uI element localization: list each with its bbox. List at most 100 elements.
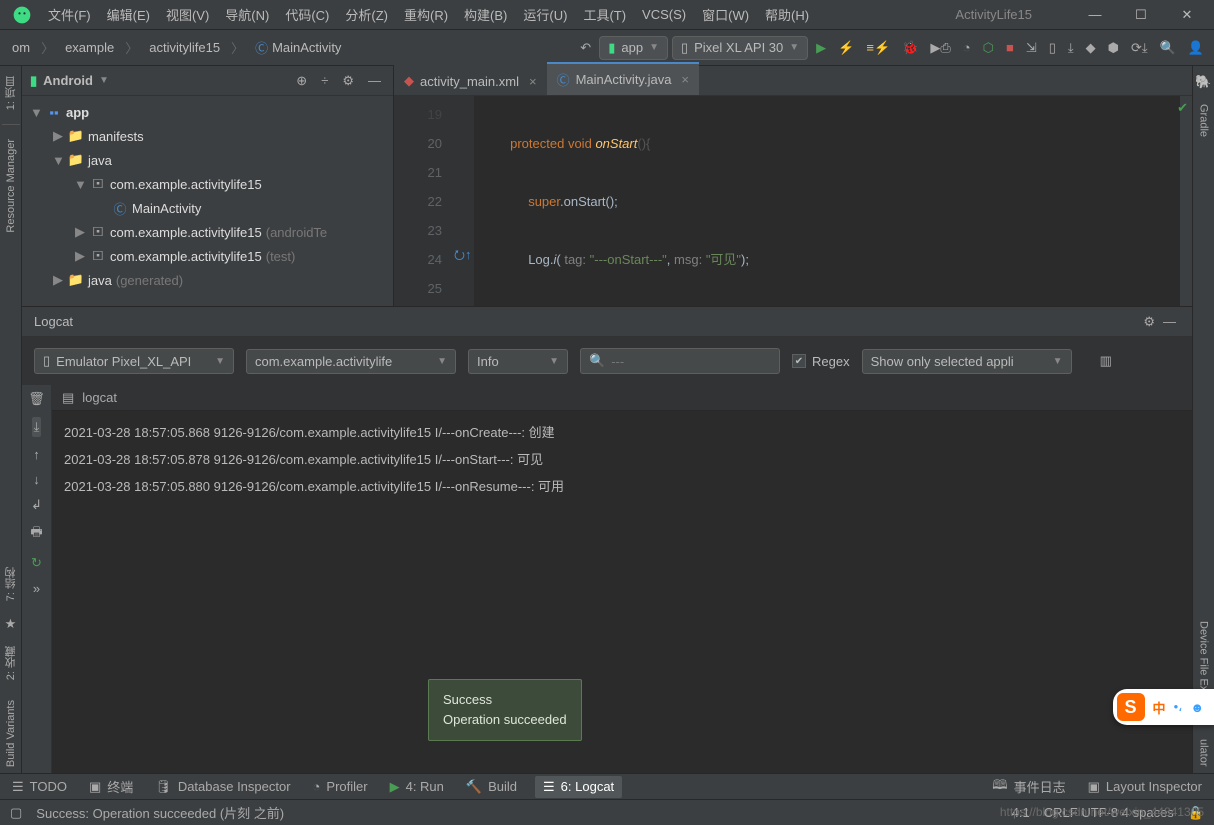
logcat-layout-button[interactable]: ▥ <box>1096 349 1116 373</box>
breadcrumb-item[interactable]: activitylife15 <box>143 38 226 57</box>
structure-tool-button[interactable]: 7: 结构 <box>3 561 19 607</box>
back-button[interactable]: ↶ <box>576 36 595 60</box>
menu-edit[interactable]: 编辑(E) <box>99 5 158 24</box>
menu-run[interactable]: 运行(U) <box>515 5 575 24</box>
print-icon[interactable]: 🖶 <box>30 523 42 545</box>
tree-node-generated[interactable]: ▶📁java (generated) <box>22 268 393 292</box>
run-config-combo[interactable]: ▮ app▼ <box>599 36 668 60</box>
ime-overlay[interactable]: S 中 •، ☻ <box>1113 689 1214 725</box>
menu-help[interactable]: 帮助(H) <box>757 5 817 24</box>
tree-node-package-test[interactable]: ▶🞔com.example.activitylife15 (test) <box>22 244 393 268</box>
success-tooltip: Success Operation succeeded <box>428 679 582 741</box>
device-combo[interactable]: ▯ Pixel XL API 30▼ <box>672 36 808 60</box>
layout-inspector-button[interactable]: ▣Layout Inspector <box>1084 779 1206 795</box>
up-icon[interactable]: ↑ <box>33 447 40 462</box>
menu-vcs[interactable]: VCS(S) <box>634 7 694 22</box>
tree-node-java[interactable]: ▼📁java <box>22 148 393 172</box>
close-icon[interactable]: × <box>529 74 537 89</box>
logcat-device-combo[interactable]: ▯Emulator Pixel_XL_API▼ <box>34 348 234 374</box>
resource-manager-tool-button[interactable]: Resource Manager <box>5 133 17 239</box>
logcat-panel: Logcat ⚙ — ▯Emulator Pixel_XL_API▼ com.e… <box>22 306 1192 773</box>
apply-changes-button[interactable]: ⚡ <box>834 36 858 60</box>
menu-build[interactable]: 构建(B) <box>456 5 515 24</box>
logcat-settings-button[interactable]: ⚙ <box>1139 310 1159 334</box>
tree-node-main-activity[interactable]: ⒸMainActivity <box>22 196 393 220</box>
apply-code-button[interactable]: ≡⚡ <box>862 36 894 60</box>
menu-refactor[interactable]: 重构(R) <box>396 5 456 24</box>
build-tool-button[interactable]: 🔨Build <box>462 779 521 795</box>
attach-debugger-button[interactable]: ⬡ <box>979 36 998 60</box>
profiler-tool-button[interactable]: ◔Profiler <box>309 779 372 794</box>
stop-button[interactable]: ■ <box>1002 36 1018 59</box>
breadcrumb-item[interactable]: Ⓒ MainActivity <box>249 36 347 59</box>
logcat-output[interactable]: 2021-03-28 18:57:05.868 9126-9126/com.ex… <box>52 411 1192 773</box>
todo-tool-button[interactable]: ☰TODO <box>8 779 71 795</box>
profile-button[interactable]: ◔ <box>959 36 975 59</box>
logcat-tab[interactable]: logcat <box>82 390 117 405</box>
hide-panel-button[interactable]: — <box>364 69 385 92</box>
sdk-button[interactable]: ⤓ <box>1064 36 1078 60</box>
gradle-tool-button[interactable]: Gradle <box>1198 98 1210 143</box>
panel-settings-button[interactable]: ⚙ <box>338 69 358 93</box>
menu-file[interactable]: 文件(F) <box>40 5 99 24</box>
gradle-sync-button[interactable]: ⟳⤓ <box>1127 36 1152 60</box>
status-indicator-icon[interactable]: ▢ <box>10 805 22 821</box>
avd-button[interactable]: ▯ <box>1045 36 1060 60</box>
coverage-button[interactable]: ▶⎙ <box>926 36 954 60</box>
menu-window[interactable]: 窗口(W) <box>694 5 757 24</box>
trash-icon[interactable]: 🗑 <box>28 391 45 407</box>
editor-body[interactable]: 1920212223242526 ⭮↑ protected void onSta… <box>394 96 1192 306</box>
menu-code[interactable]: 代码(C) <box>277 5 337 24</box>
select-opened-file-button[interactable]: ⊕ <box>292 69 311 93</box>
tree-node-package-androidtest[interactable]: ▶🞔com.example.activitylife15 (androidTe <box>22 220 393 244</box>
menu-analyze[interactable]: 分析(Z) <box>337 5 396 24</box>
assistant-button[interactable]: ⬢ <box>1104 36 1123 60</box>
favorites-tool-button[interactable]: 2: 收藏 <box>3 640 19 686</box>
terminal-tool-button[interactable]: ▣终端 <box>85 777 137 796</box>
emulator-tool-button[interactable]: ulator <box>1198 733 1210 773</box>
event-log-button[interactable]: 🕮事件日志 <box>988 776 1069 798</box>
sync-button[interactable]: ⇲ <box>1022 36 1041 60</box>
terminal-icon: ▣ <box>89 779 101 795</box>
resource-button[interactable]: ◆ <box>1082 36 1100 60</box>
user-icon[interactable]: 👤 <box>1184 36 1208 60</box>
tree-node-app[interactable]: ▼▪▪app <box>22 100 393 124</box>
maximize-button[interactable]: ☐ <box>1118 0 1164 30</box>
project-tool-button[interactable]: 1: 项目 <box>3 70 19 116</box>
logcat-regex-checkbox[interactable]: ✔Regex <box>792 354 850 369</box>
layers-icon: ▣ <box>1088 779 1100 795</box>
logcat-tool-strip: 🗑 ⤓ ↑ ↓ ↲ 🖶 ↻ » <box>22 385 52 773</box>
run-tool-button[interactable]: ▶4: Run <box>386 779 448 795</box>
breadcrumb-item[interactable]: om <box>6 38 36 57</box>
close-icon[interactable]: × <box>681 72 689 87</box>
minimize-button[interactable]: — <box>1072 0 1118 30</box>
logcat-level-combo[interactable]: Info▼ <box>468 349 568 374</box>
search-button[interactable]: 🔍 <box>1156 36 1180 60</box>
logcat-title: Logcat <box>34 314 73 329</box>
tree-node-package[interactable]: ▼🞔com.example.activitylife15 <box>22 172 393 196</box>
editor-tab-layout[interactable]: ◆activity_main.xml× <box>394 65 547 95</box>
down-icon[interactable]: ↓ <box>33 472 40 487</box>
logcat-process-combo[interactable]: com.example.activitylife▼ <box>246 349 456 374</box>
menu-navigate[interactable]: 导航(N) <box>217 5 277 24</box>
logcat-filter-combo[interactable]: Show only selected appli▼ <box>862 349 1072 374</box>
tree-node-manifests[interactable]: ▶📁manifests <box>22 124 393 148</box>
logcat-tool-button[interactable]: ☰6: Logcat <box>535 776 622 798</box>
build-variants-tool-button[interactable]: Build Variants <box>5 694 17 773</box>
scroll-end-icon[interactable]: ⤓ <box>32 417 42 437</box>
debug-button[interactable]: 🐞 <box>898 36 922 60</box>
collapse-all-button[interactable]: ÷ <box>317 69 332 92</box>
close-button[interactable]: ✕ <box>1164 0 1210 30</box>
override-gutter-icon[interactable]: ⭮↑ <box>454 246 471 268</box>
breadcrumb-item[interactable]: example <box>59 38 120 57</box>
wrap-icon[interactable]: ↲ <box>31 497 42 513</box>
menu-view[interactable]: 视图(V) <box>158 5 217 24</box>
editor-tab-java[interactable]: ⒸMainActivity.java× <box>547 62 699 95</box>
database-inspector-button[interactable]: 🛢Database Inspector <box>151 779 294 795</box>
menu-tools[interactable]: 工具(T) <box>575 5 634 24</box>
logcat-search-input[interactable]: 🔍× <box>580 348 780 374</box>
expand-icon[interactable]: » <box>33 581 40 596</box>
logcat-hide-button[interactable]: — <box>1159 310 1180 333</box>
run-button[interactable]: ▶ <box>812 36 830 60</box>
restart-icon[interactable]: ↻ <box>31 555 42 571</box>
